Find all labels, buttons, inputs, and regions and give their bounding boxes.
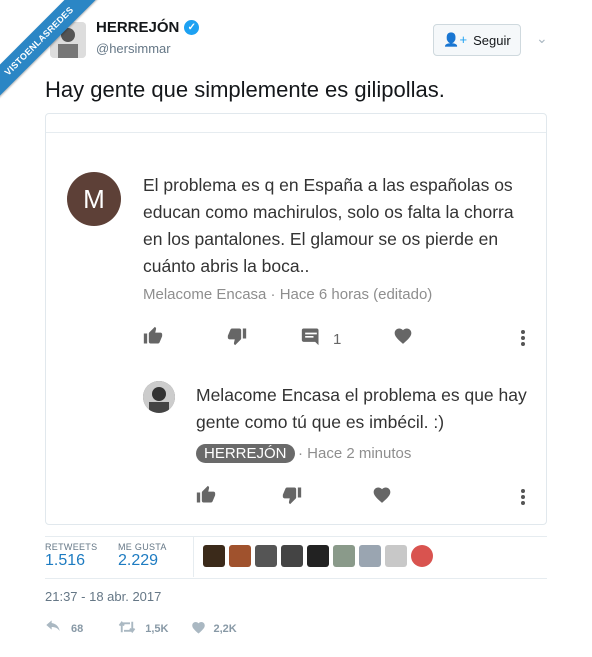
likes-count: 2,2K bbox=[213, 622, 237, 635]
verified-badge-icon: ✓ bbox=[184, 20, 200, 35]
user-handle[interactable]: @hersimmar bbox=[96, 41, 171, 56]
reply-count: 68 bbox=[71, 622, 84, 635]
divider bbox=[46, 132, 546, 133]
heart-icon[interactable] bbox=[372, 485, 392, 510]
reply-count: 1 bbox=[333, 330, 342, 348]
divider bbox=[45, 578, 547, 579]
add-user-icon: 👤+ bbox=[443, 32, 468, 47]
avatar[interactable] bbox=[229, 545, 251, 567]
user-name-row[interactable]: HERREJÓN ✓ bbox=[96, 19, 200, 36]
divider bbox=[45, 536, 547, 537]
thumbs-up-icon[interactable] bbox=[143, 326, 163, 352]
retweets-count: 1.516 bbox=[45, 552, 86, 569]
tweet-timestamp[interactable]: 21:37 - 18 abr. 2017 bbox=[45, 589, 161, 604]
reply-avatar[interactable] bbox=[143, 381, 175, 413]
avatar[interactable] bbox=[385, 545, 407, 567]
likes-label: ME GUSTA bbox=[118, 542, 167, 552]
retweet-icon[interactable] bbox=[118, 620, 136, 637]
likes-count: 2.229 bbox=[118, 552, 159, 569]
retweets-label: RETWEETS bbox=[45, 542, 98, 552]
avatar[interactable] bbox=[255, 545, 277, 567]
tweet-text: Hay gente que simplemente es gilipollas. bbox=[45, 77, 445, 102]
avatar[interactable] bbox=[359, 545, 381, 567]
avatar[interactable] bbox=[411, 545, 433, 567]
liker-avatars bbox=[203, 545, 433, 567]
comment-text: El problema es q en España a las español… bbox=[143, 175, 514, 276]
author-badge[interactable]: HERREJÓN bbox=[196, 444, 295, 463]
heart-icon[interactable] bbox=[191, 620, 206, 637]
avatar[interactable] bbox=[307, 545, 329, 567]
heart-icon[interactable] bbox=[393, 326, 413, 352]
thumbs-down-icon[interactable] bbox=[282, 485, 302, 510]
likes-stat[interactable]: ME GUSTA 2.229 bbox=[118, 542, 167, 570]
user-name[interactable]: HERREJÓN bbox=[96, 19, 179, 36]
comment-actions: 1 bbox=[143, 326, 413, 352]
thumbs-up-icon[interactable] bbox=[196, 485, 216, 510]
chevron-down-icon[interactable]: ⌄ bbox=[536, 30, 548, 47]
avatar[interactable] bbox=[281, 545, 303, 567]
more-options-icon[interactable] bbox=[515, 328, 531, 353]
avatar[interactable] bbox=[203, 545, 225, 567]
reply-actions bbox=[196, 485, 392, 510]
follow-label: Seguir bbox=[473, 32, 511, 48]
thumbs-down-icon[interactable] bbox=[227, 326, 247, 352]
comment-meta: Melacome Encasa · Hace 6 horas (editado) bbox=[143, 286, 433, 303]
reply-icon[interactable] bbox=[45, 620, 61, 637]
reply-meta: · Hace 2 minutos bbox=[298, 445, 412, 462]
comment-icon[interactable] bbox=[301, 326, 321, 352]
retweets-stat[interactable]: RETWEETS 1.516 bbox=[45, 542, 97, 570]
avatar[interactable] bbox=[333, 545, 355, 567]
divider bbox=[193, 537, 194, 577]
follow-button[interactable]: 👤+ Seguir bbox=[433, 24, 521, 56]
commenter-avatar[interactable]: M bbox=[67, 172, 121, 226]
more-options-icon[interactable] bbox=[515, 487, 531, 512]
reply-text: Melacome Encasa el problema es que hay g… bbox=[196, 385, 527, 432]
tweet-actions: 68 1,5K 2,2K bbox=[45, 620, 237, 637]
retweet-count: 1,5K bbox=[145, 622, 169, 635]
